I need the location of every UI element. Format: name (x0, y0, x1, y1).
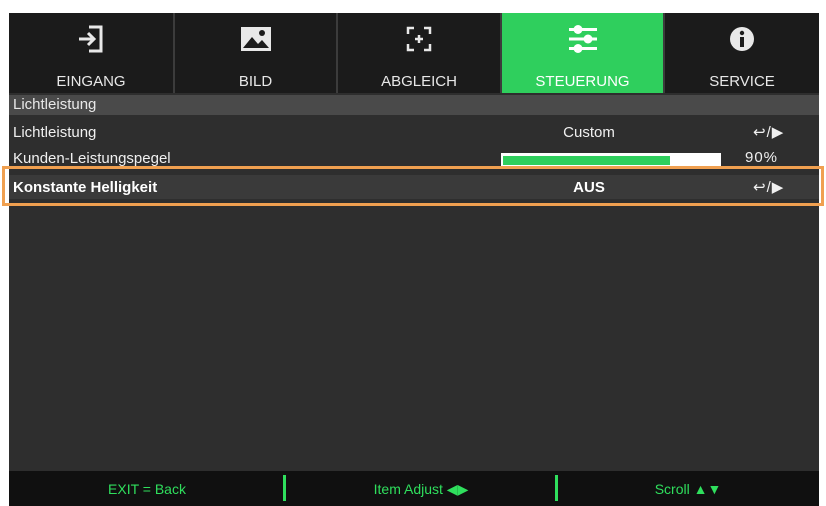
tab-label: ABGLEICH (381, 73, 457, 90)
sliders-icon (502, 23, 663, 55)
menu-tabs: EINGANG BILD ABGLEICH STEUERUNG SERVICE (9, 13, 819, 93)
tab-label: BILD (238, 73, 273, 90)
tab-bild[interactable]: BILD (175, 13, 338, 93)
tab-label: STEUERUNG (535, 73, 630, 90)
tab-abgleich[interactable]: ABGLEICH (338, 13, 502, 93)
input-icon (9, 23, 173, 55)
level-fill (503, 156, 670, 165)
section-header: Lichtleistung (9, 95, 819, 115)
enter-arrow-icon: ↩/▶ (753, 124, 785, 141)
enter-arrow-icon: ↩/▶ (753, 179, 785, 196)
menu-row-konstante-helligkeit[interactable]: Konstante Helligkeit AUS ↩/▶ (9, 175, 819, 199)
alignment-icon (338, 23, 500, 55)
tab-label: EINGANG (56, 73, 126, 90)
footer-hints: EXIT = Back Item Adjust ◀▶ Scroll ▲▼ (9, 471, 819, 506)
tab-steuerung[interactable]: STEUERUNG (502, 13, 665, 93)
osd-menu: EINGANG BILD ABGLEICH STEUERUNG SERVICE … (9, 13, 819, 506)
exit-hint: EXIT = Back (108, 481, 186, 497)
row-value: 90% (745, 149, 779, 166)
row-label: Lichtleistung (13, 124, 97, 141)
info-icon (665, 23, 819, 55)
scroll-hint: Scroll ▲▼ (654, 481, 722, 497)
row-value: Custom (563, 124, 615, 141)
menu-row-leistungspegel[interactable]: Kunden-Leistungspegel 90% (9, 148, 819, 170)
row-label: Konstante Helligkeit (13, 179, 158, 196)
level-slider[interactable] (501, 153, 721, 168)
tab-label: SERVICE (709, 73, 775, 90)
image-icon (175, 23, 336, 55)
tab-eingang[interactable]: EINGANG (9, 13, 175, 93)
adjust-hint: Item Adjust ◀▶ (373, 481, 469, 497)
row-label: Kunden-Leistungspegel (13, 150, 171, 167)
row-value: AUS (573, 179, 605, 196)
section-title: Lichtleistung (13, 96, 97, 113)
menu-row-lichtleistung[interactable]: Lichtleistung Custom ↩/▶ (9, 122, 819, 144)
tab-service[interactable]: SERVICE (665, 13, 819, 93)
